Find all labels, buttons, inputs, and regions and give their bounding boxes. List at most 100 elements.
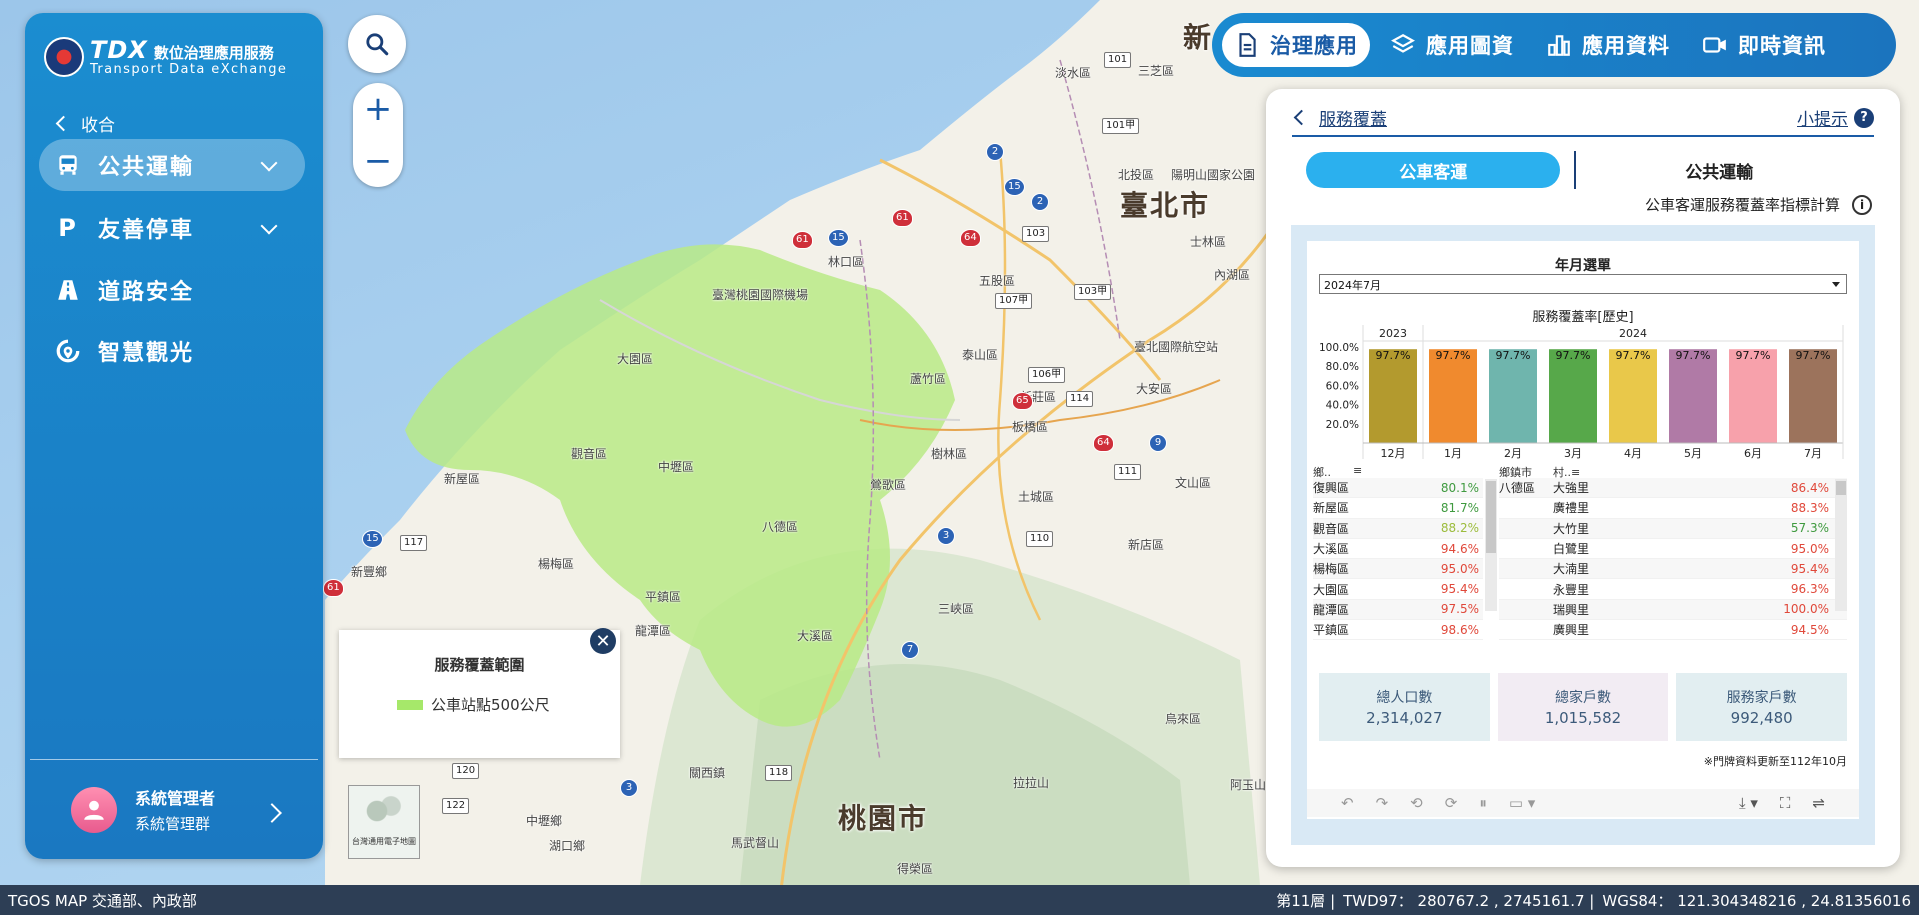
- table-row[interactable]: 觀音區 88.2%: [1313, 518, 1483, 539]
- minimap-label: 台灣通用電子地圖: [352, 837, 416, 846]
- tab-map-layers[interactable]: 應用圖資: [1378, 23, 1526, 67]
- service-coverage-panel: 服務覆蓋 小提示 ? 公車客運 公共運輸 公車客運服務覆蓋率指標計算 i 年月選…: [1266, 89, 1900, 867]
- table-row[interactable]: 白鷺里 95.0%: [1499, 539, 1847, 560]
- minimap-thumbnail: [349, 786, 419, 836]
- sidebar-item-road-safety[interactable]: 道路安全: [39, 264, 305, 316]
- chevron-right-icon[interactable]: [262, 803, 282, 823]
- road-shield: 107甲: [995, 293, 1033, 309]
- user-icon: [84, 800, 104, 820]
- map-place-label: 中壢鄉: [526, 814, 563, 828]
- sidebar-item-tourism[interactable]: 智慧觀光: [39, 325, 305, 377]
- name-cell: 復興區: [1313, 481, 1350, 496]
- redo-icon[interactable]: ↷: [1376, 794, 1389, 812]
- table-row[interactable]: 大園區 95.4%: [1313, 579, 1483, 600]
- download-icon[interactable]: ⤓ ▾: [1739, 794, 1758, 812]
- fullscreen-icon[interactable]: ⛶: [1780, 794, 1791, 812]
- table-row[interactable]: 廣禮里 88.3%: [1499, 498, 1847, 519]
- percent-cell: 95.0%: [1790, 541, 1829, 556]
- close-icon[interactable]: ✕: [590, 628, 616, 654]
- tips-label: 小提示: [1797, 110, 1848, 130]
- top-tab-bar: 治理應用 應用圖資 應用資料 即時資訊: [1212, 13, 1896, 77]
- user-group: 系統管理群: [135, 815, 211, 833]
- table-row[interactable]: 瑞興里 100.0%: [1499, 599, 1847, 621]
- map-place-label: 新屋區: [444, 472, 481, 486]
- highway-shield: 15: [362, 530, 383, 548]
- percent-cell: 100.0%: [1783, 602, 1829, 617]
- collapse-button[interactable]: 收合: [55, 111, 115, 136]
- scrollbar[interactable]: [1835, 479, 1847, 611]
- back-button[interactable]: 服務覆蓋: [1292, 105, 1387, 130]
- name-cell: 大竹里: [1553, 521, 1590, 536]
- sidebar-item-parking[interactable]: P 友善停車: [39, 202, 305, 254]
- info-icon[interactable]: i: [1852, 194, 1872, 215]
- zoom-out-button[interactable]: −: [353, 135, 403, 187]
- table-row[interactable]: 永豐里 96.3%: [1499, 579, 1847, 600]
- road-shield: 101甲: [1102, 118, 1140, 134]
- video-icon: [1703, 37, 1726, 53]
- column-header[interactable]: 鄉鎮市: [1499, 464, 1553, 479]
- percent-cell: 86.4%: [1790, 480, 1829, 495]
- dashboard: 年月選單 2024年7月 服務覆蓋率[歷史] 2023 2024 100.0% 80.…: [1307, 241, 1859, 819]
- chart-bar: [1609, 349, 1657, 443]
- chart-title: 服務覆蓋率[歷史]: [1532, 310, 1634, 325]
- name-cell: 大湳里: [1553, 562, 1590, 577]
- percent-cell: 95.4%: [1440, 582, 1479, 597]
- basemap-switcher[interactable]: 台灣通用電子地圖: [348, 785, 420, 859]
- column-header[interactable]: 村..≡: [1553, 464, 1580, 479]
- table-row[interactable]: 楊梅區 95.0%: [1313, 559, 1483, 580]
- zoom-in-button[interactable]: +: [353, 83, 403, 135]
- view-icon[interactable]: ▭ ▾: [1509, 794, 1535, 812]
- pause-icon[interactable]: ⏸: [1479, 794, 1487, 812]
- district-rows: 復興區 80.1% 新屋區 81.7% 觀音區 88.2% 大溪區 94.6% 楊梅區 95.0%…: [1313, 478, 1483, 641]
- scrollbar[interactable]: [1485, 479, 1497, 611]
- name-cell: 白鷺里: [1553, 542, 1590, 557]
- column-header[interactable]: ≡: [1353, 464, 1362, 478]
- percent-cell: 98.6%: [1440, 622, 1479, 637]
- revert-icon[interactable]: ⟲: [1410, 794, 1423, 812]
- table-row[interactable]: 龍潭區 97.5%: [1313, 599, 1483, 621]
- brand-logo-text: TDX: [90, 36, 148, 64]
- name-cell: 楊梅區: [1313, 562, 1350, 577]
- summary-stats: 總人口數 2,314,027 總家戶數 1,015,582 服務家戶數 992,480: [1319, 673, 1848, 741]
- map-city-label: 新: [1183, 21, 1214, 54]
- tab-public-transport[interactable]: 公共運輸: [1578, 152, 1860, 188]
- y-tick-label: 20.0%: [1326, 419, 1359, 431]
- table-row[interactable]: 大竹里 57.3%: [1499, 518, 1847, 539]
- bar-value-label: 97.7%: [1796, 349, 1831, 362]
- map-place-label: 三峽區: [938, 602, 975, 616]
- column-header[interactable]: 鄉..: [1313, 464, 1353, 479]
- map-place-label: 龍潭區: [635, 624, 672, 638]
- undo-icon[interactable]: ↶: [1341, 794, 1354, 812]
- bus-icon: [54, 151, 82, 179]
- tab-governance[interactable]: 治理應用: [1222, 23, 1370, 67]
- tips-link[interactable]: 小提示 ?: [1797, 105, 1874, 130]
- tab-bus[interactable]: 公車客運: [1306, 152, 1561, 188]
- sidebar-item-public-transport[interactable]: 公共運輸: [39, 139, 305, 191]
- percent-cell: 81.7%: [1440, 500, 1479, 515]
- map-place-label: 楊梅區: [538, 557, 575, 571]
- tab-label: 應用圖資: [1426, 34, 1514, 58]
- map-place-label: 土城區: [1018, 490, 1055, 504]
- freeway-shield: 61: [323, 579, 344, 597]
- share-icon[interactable]: ⇌: [1812, 794, 1825, 812]
- table-row[interactable]: 大溪區 94.6%: [1313, 539, 1483, 560]
- chevron-left-icon: [55, 115, 72, 132]
- map-place-label: 烏來區: [1165, 712, 1202, 726]
- table-row[interactable]: 平鎮區 98.6%: [1313, 620, 1483, 641]
- tab-app-data[interactable]: 應用資料: [1534, 23, 1682, 67]
- table-row[interactable]: 八德區 大強里 86.4%: [1499, 478, 1847, 499]
- table-row[interactable]: 大湳里 95.4%: [1499, 559, 1847, 580]
- map-search-button[interactable]: [348, 15, 406, 73]
- table-row[interactable]: 新屋區 81.7%: [1313, 498, 1483, 519]
- year-month-select[interactable]: 2024年7月: [1319, 274, 1847, 294]
- table-row[interactable]: 復興區 80.1%: [1313, 478, 1483, 499]
- brand[interactable]: TDX 數位治理應用服務 Transport Data eXchange: [44, 36, 287, 77]
- tab-realtime[interactable]: 即時資訊: [1690, 23, 1838, 67]
- name-cell: 觀音區: [1313, 521, 1350, 536]
- stat-value: 992,480: [1730, 709, 1793, 727]
- refresh-data-icon[interactable]: ⟳: [1445, 794, 1458, 812]
- table-row[interactable]: 廣興里 94.5%: [1499, 620, 1847, 641]
- road-shield: 106甲: [1028, 367, 1066, 383]
- name-cell: 廣禮里: [1553, 501, 1590, 516]
- user-profile[interactable]: 系統管理者 系統管理群: [71, 785, 215, 834]
